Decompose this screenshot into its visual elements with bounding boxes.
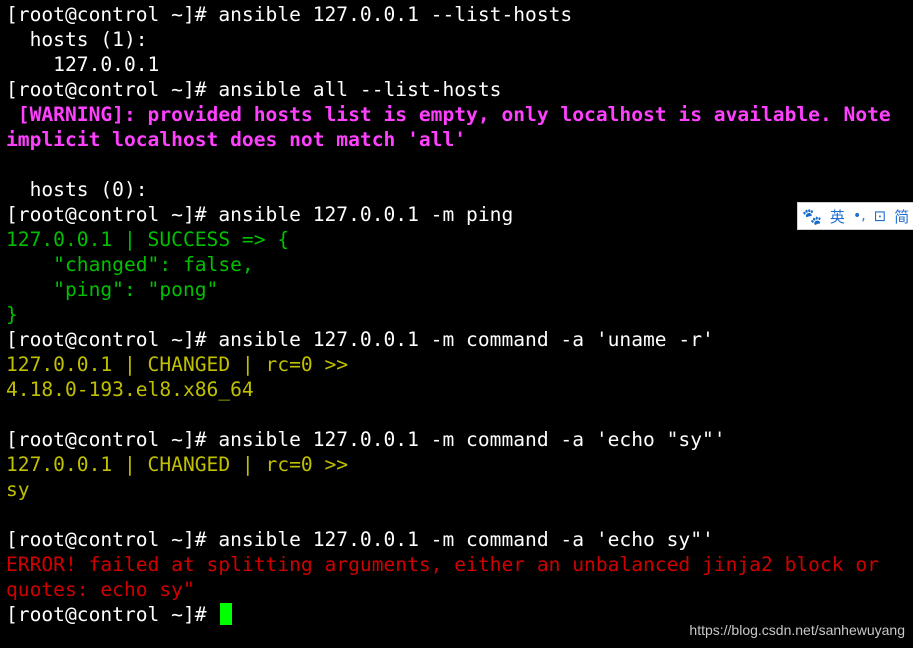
- terminal-line: [root@control ~]# ansible 127.0.0.1 -m c…: [6, 428, 726, 451]
- terminal-line: sy: [6, 478, 30, 501]
- terminal-line: [root@control ~]# ansible 127.0.0.1 -m p…: [6, 203, 514, 226]
- paw-icon[interactable]: 🐾: [802, 207, 822, 226]
- terminal-line: 127.0.0.1: [6, 53, 160, 76]
- terminal-prompt-line[interactable]: [root@control ~]#: [6, 602, 233, 627]
- terminal-line: 127.0.0.1 | CHANGED | rc=0 >>: [6, 453, 349, 476]
- terminal-line: 4.18.0-193.el8.x86_64: [6, 378, 254, 401]
- ime-punctuation-toggle[interactable]: •,: [853, 208, 866, 224]
- watermark-url: https://blog.csdn.net/sanhewuyang: [689, 622, 905, 638]
- terminal-line: [root@control ~]# ansible 127.0.0.1 -m c…: [6, 328, 714, 351]
- terminal-line: [root@control ~]# ansible 127.0.0.1 -m c…: [6, 528, 714, 551]
- terminal-window[interactable]: [root@control ~]# ansible 127.0.0.1 --li…: [0, 0, 913, 648]
- terminal-cursor: [220, 603, 233, 625]
- terminal-line: [WARNING]: provided hosts list is empty,…: [6, 103, 891, 126]
- terminal-line: [root@control ~]# ansible 127.0.0.1 --li…: [6, 3, 573, 26]
- prompt-text: [root@control ~]#: [6, 603, 219, 626]
- terminal-line: ERROR! failed at splitting arguments, ei…: [6, 553, 879, 576]
- terminal-line: "ping": "pong": [6, 278, 219, 301]
- terminal-line: [root@control ~]# ansible all --list-hos…: [6, 78, 502, 101]
- terminal-line: 127.0.0.1 | SUCCESS => {: [6, 228, 290, 251]
- terminal-line: hosts (0):: [6, 178, 148, 201]
- ime-language-toggle[interactable]: 英: [830, 206, 845, 227]
- terminal-line: quotes: echo sy": [6, 578, 195, 601]
- terminal-line: }: [6, 303, 18, 326]
- terminal-line: implicit localhost does not match 'all': [6, 128, 467, 151]
- terminal-line: hosts (1):: [6, 28, 148, 51]
- ime-mode-toggle[interactable]: 简: [894, 206, 909, 227]
- ime-toolbar[interactable]: 🐾 英 •, ⊡ 简: [797, 202, 913, 230]
- terminal-line: "changed": false,: [6, 253, 254, 276]
- ime-screenshot-icon[interactable]: ⊡: [874, 207, 887, 225]
- terminal-line: 127.0.0.1 | CHANGED | rc=0 >>: [6, 353, 349, 376]
